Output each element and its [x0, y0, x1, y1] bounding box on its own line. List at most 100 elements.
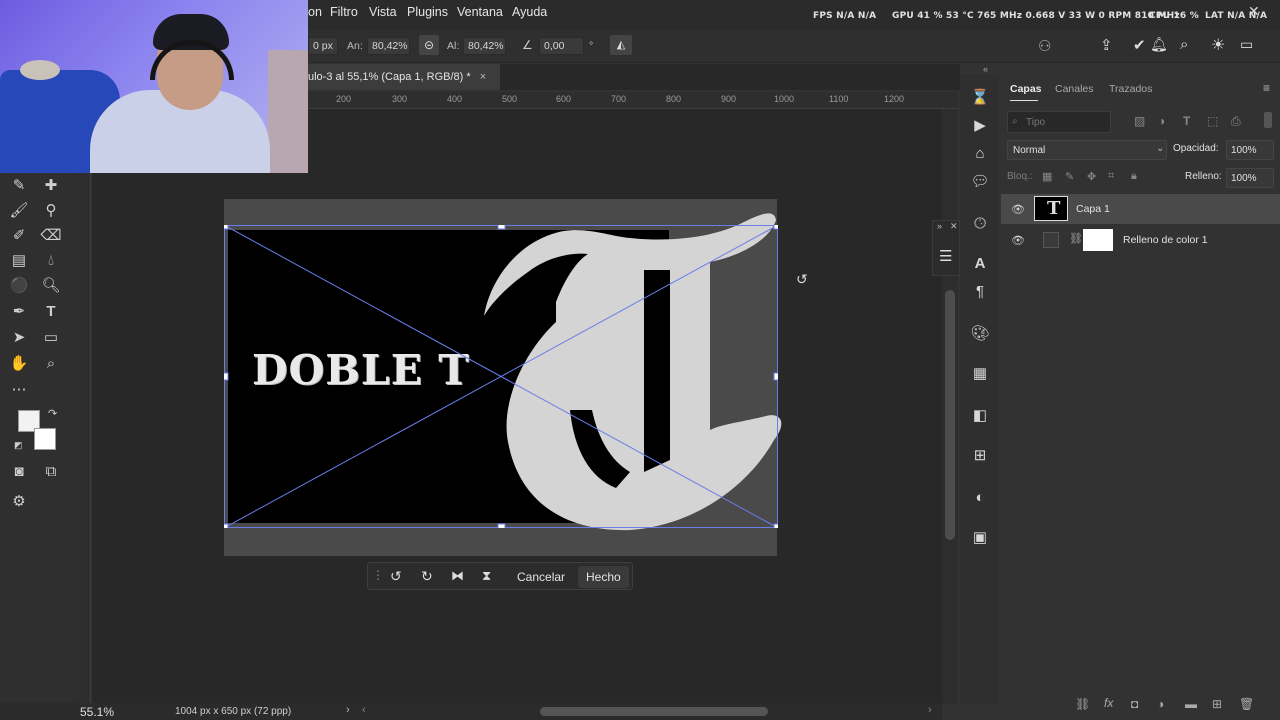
swap-colors-icon[interactable]: ↷ — [48, 407, 57, 420]
healing-brush-icon[interactable]: ✚ — [40, 174, 62, 196]
menu-vista[interactable]: Vista — [369, 5, 397, 19]
background-color-swatch[interactable] — [34, 428, 56, 450]
filter-shape-icon[interactable]: ⬚ — [1207, 114, 1218, 128]
link-layers-icon[interactable]: ⛓︎ — [1075, 697, 1090, 711]
rectangle-icon[interactable]: ▭ — [40, 326, 62, 348]
new-layer-icon[interactable]: ⊞ — [1212, 697, 1222, 711]
menu-filtro[interactable]: Filtro — [330, 5, 358, 19]
close-tab-icon[interactable]: × — [480, 71, 486, 83]
visibility-eye-icon[interactable]: 👁︎ — [1011, 203, 1025, 216]
zoom-icon[interactable]: ⌕ — [40, 352, 62, 374]
layer-row-capa-1[interactable]: 👁︎ T Capa 1 — [1001, 194, 1280, 224]
rotate-left-icon[interactable]: ↺ — [390, 568, 402, 585]
new-adjustment-icon[interactable]: ◑ — [1157, 697, 1164, 711]
notifications-icon[interactable]: 🔔︎ — [1150, 36, 1168, 53]
actions-play-icon[interactable]: ▶ — [969, 114, 991, 136]
path-selection-icon[interactable]: ➤ — [8, 326, 30, 348]
height-field[interactable]: 80,42% — [463, 37, 506, 55]
menu-imagen[interactable]: on — [308, 5, 322, 19]
brush-icon[interactable]: 🖌︎ — [8, 199, 30, 221]
delete-layer-icon[interactable]: 🗑︎ — [1239, 697, 1254, 711]
eyedropper-icon[interactable]: ✎ — [8, 174, 30, 196]
cancel-button[interactable]: Cancelar — [517, 570, 565, 584]
blend-mode-select[interactable]: Normal ⌄ — [1007, 140, 1167, 160]
scroll-right-icon[interactable]: › — [928, 704, 932, 716]
rotate-right-icon[interactable]: ↻ — [421, 568, 433, 585]
horizontal-scroll-thumb[interactable] — [540, 707, 768, 716]
panel-menu-icon[interactable]: ≡ — [1263, 81, 1270, 95]
search-icon[interactable]: ⌕ — [1180, 36, 1188, 53]
drag-handle-icon[interactable]: ⋮ — [372, 568, 384, 582]
filter-adjustment-icon[interactable]: ◑ — [1158, 114, 1165, 128]
history-icon[interactable]: ⌛ — [969, 86, 991, 108]
layer-row-relleno[interactable]: 👁︎ ⛓︎ Relleno de color 1 — [1001, 225, 1280, 255]
filter-toggle[interactable] — [1264, 112, 1272, 128]
libraries-icon[interactable]: ▣ — [969, 526, 991, 548]
confirm-check-icon[interactable]: ✔ — [1133, 36, 1146, 54]
expand-panel-icon[interactable]: » — [937, 221, 942, 231]
flip-vertical-icon[interactable]: ⧗ — [482, 568, 491, 584]
adjustments-icon[interactable]: ☰ — [939, 247, 952, 265]
filter-pixel-icon[interactable]: ▨ — [1134, 114, 1145, 128]
comments-icon[interactable]: 💬︎ — [969, 170, 991, 192]
visibility-eye-icon[interactable]: 👁︎ — [1011, 234, 1025, 247]
hand-icon[interactable]: ✋ — [8, 352, 30, 374]
tab-canales[interactable]: Canales — [1055, 83, 1094, 95]
close-panel-icon[interactable]: ✕ — [950, 221, 958, 232]
eraser-icon[interactable]: ⌫ — [40, 224, 62, 246]
clone-stamp-icon[interactable]: ⚲ — [40, 199, 62, 221]
flip-horizontal-icon[interactable]: ⧓ — [451, 568, 464, 584]
done-button[interactable]: Hecho — [578, 566, 629, 588]
edit-toolbar-icon[interactable]: ⚙ — [8, 490, 30, 512]
interpolation-icon[interactable]: ◭ — [610, 35, 632, 55]
dodge-icon[interactable]: ⚫ — [8, 274, 30, 296]
history-brush-icon[interactable]: ✐ — [8, 224, 30, 246]
scroll-left-icon[interactable]: ‹ — [362, 704, 366, 716]
tab-capas[interactable]: Capas — [1010, 83, 1042, 95]
x-position-field[interactable]: 0 px — [308, 37, 338, 55]
quick-mask-icon[interactable]: ◙ — [8, 460, 30, 482]
adjustments-circle-icon[interactable]: ◐ — [969, 486, 991, 508]
chevron-right-icon[interactable]: › — [346, 704, 350, 716]
gradient-icon[interactable]: ▤ — [8, 249, 30, 271]
lock-artboard-icon[interactable]: ⌗ — [1108, 170, 1114, 183]
width-field[interactable]: 80,42% — [367, 37, 410, 55]
fill-field[interactable]: 100% — [1226, 168, 1274, 188]
more-tools-icon[interactable]: ⋯ — [8, 378, 30, 400]
type-icon[interactable]: T — [40, 300, 62, 322]
character-icon[interactable]: A — [969, 252, 991, 274]
close-icon[interactable]: ✕ — [1248, 3, 1260, 20]
opacity-field[interactable]: 100% — [1226, 140, 1274, 160]
gradients-icon[interactable]: ◧ — [969, 404, 991, 426]
burn-icon[interactable]: 🔍︎ — [40, 274, 62, 296]
color-palette-icon[interactable]: 🎨︎ — [969, 322, 991, 344]
vertical-scroll-thumb[interactable] — [945, 290, 955, 540]
zoom-level[interactable]: 55.1% — [80, 705, 114, 719]
document-tab[interactable]: ulo-3 al 55,1% (Capa 1, RGB/8) * × — [300, 64, 500, 90]
filter-smart-object-icon[interactable]: ⎙ — [1231, 114, 1241, 129]
filter-type-icon[interactable]: T — [1183, 114, 1190, 128]
lock-position-icon[interactable]: ✥ — [1087, 170, 1096, 183]
lock-image-icon[interactable]: ✎ — [1065, 170, 1074, 183]
fx-icon[interactable]: fx — [1104, 696, 1113, 710]
layer-name[interactable]: Relleno de color 1 — [1123, 234, 1208, 246]
collapse-panels-icon[interactable]: « — [983, 64, 988, 74]
layer-name[interactable]: Capa 1 — [1076, 203, 1110, 215]
swatches-icon[interactable]: ▦ — [969, 362, 991, 384]
workspace-icon[interactable]: ▭ — [1240, 36, 1253, 53]
new-group-icon[interactable]: ▬ — [1185, 697, 1197, 711]
menu-ventana[interactable]: Ventana — [457, 5, 503, 19]
link-icon[interactable]: ⊝ — [419, 35, 439, 55]
angle-field[interactable]: 0,00 — [539, 37, 584, 55]
plugin-icon[interactable]: ⌂ — [969, 142, 991, 164]
blur-icon[interactable]: 💧︎ — [40, 249, 62, 271]
paragraph-icon[interactable]: ¶ — [969, 280, 991, 302]
filter-kind-select[interactable]: ⌕ Tipo — [1007, 111, 1111, 133]
transform-bounding-box[interactable] — [224, 225, 778, 528]
default-colors-icon[interactable]: ◩ — [14, 440, 23, 451]
lock-transparent-icon[interactable]: ▦ — [1042, 170, 1052, 183]
share-icon[interactable]: ⇪ — [1100, 36, 1113, 54]
menu-plugins[interactable]: Plugins — [407, 5, 448, 19]
puppet-warp-icon[interactable]: ⚇ — [1038, 37, 1051, 55]
chain-link-icon[interactable]: ⛓︎ — [1069, 232, 1083, 245]
